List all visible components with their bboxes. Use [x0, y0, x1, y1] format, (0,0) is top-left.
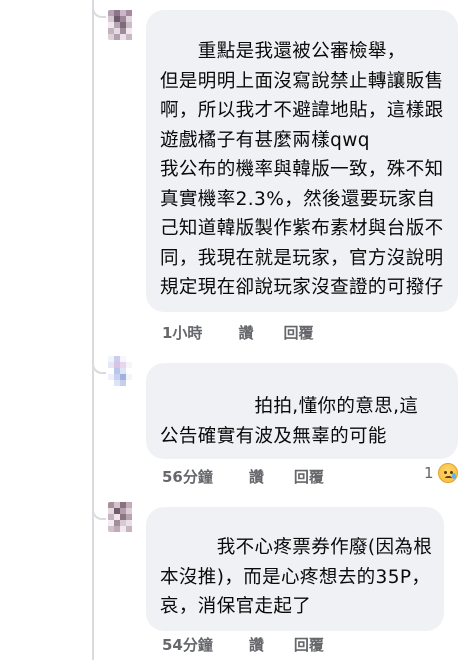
- thread-connector-line: [92, 0, 94, 660]
- comment-bubble: 我不心疼票券作廢(因為根 本沒推)，而是心疼想去的35P， 哀，消保官走起了: [146, 507, 444, 631]
- comment-text-line: 啊，所以我才不避諱地貼，這樣跟: [160, 100, 444, 121]
- comment-bubble: 重點是我還被公審檢舉， 但是明明上面沒寫說禁止轉讓販售 啊，所以我才不避諱地貼，…: [146, 10, 458, 312]
- comment-actions: 56分鐘 讚 回覆: [162, 466, 324, 487]
- thread-branch: [92, 6, 106, 18]
- like-button[interactable]: 讚: [249, 466, 264, 487]
- comment-text-line: 拍拍,懂你的意思,這: [160, 396, 419, 417]
- comment-text-line: 哀，消保官走起了: [160, 596, 312, 617]
- comment-text-line: 本沒推)，而是心疼想去的35P，: [160, 566, 431, 588]
- avatar[interactable]: [108, 10, 134, 40]
- comment-actions: 1小時 讚 回覆: [162, 322, 313, 343]
- thread-branch: [92, 508, 106, 520]
- timestamp[interactable]: 1小時: [162, 322, 202, 343]
- comment-text-line: 公告確實有波及無辜的可能: [160, 425, 387, 447]
- avatar[interactable]: [108, 502, 134, 532]
- reply-button[interactable]: 回覆: [283, 322, 313, 343]
- like-button[interactable]: 讚: [238, 322, 253, 343]
- comment-text-line: 己知道韓版製作紫布素材與台版不: [160, 218, 444, 239]
- comment-text-line: 重點是我還被公審檢舉，: [160, 41, 406, 62]
- comment-text-line: 真實機率2.3%，然後還要玩家自: [160, 188, 436, 210]
- thread-branch: [92, 362, 106, 374]
- sad-tear-emoji-icon: [437, 463, 458, 483]
- comment-text-line: 我公布的機率與韓版一致，殊不知: [160, 159, 444, 180]
- timestamp[interactable]: 56分鐘: [162, 466, 213, 487]
- timestamp[interactable]: 54分鐘: [162, 634, 213, 655]
- comment-actions: 54分鐘 讚 回覆: [162, 634, 324, 655]
- comment-text-line: 規定現在卻說玩家沒查證的可撥仔: [160, 277, 444, 298]
- avatar[interactable]: [108, 356, 134, 386]
- like-button[interactable]: 讚: [249, 634, 264, 655]
- reply-button[interactable]: 回覆: [294, 634, 324, 655]
- reaction-summary[interactable]: 1: [424, 463, 458, 483]
- reaction-count: 1: [424, 464, 434, 482]
- comment-text-line: 我不心疼票券作廢(因為根: [160, 537, 433, 558]
- comment-text-line: 但是明明上面沒寫說禁止轉讓販售: [160, 70, 444, 92]
- comment-text-line: 遊戲橘子有甚麼兩樣qwq: [160, 129, 370, 151]
- reply-button[interactable]: 回覆: [294, 466, 324, 487]
- comment-text-line: 同，我現在就是玩家，官方沒說明: [160, 247, 444, 269]
- comment-bubble: 拍拍,懂你的意思,這 公告確實有波及無辜的可能: [146, 363, 458, 459]
